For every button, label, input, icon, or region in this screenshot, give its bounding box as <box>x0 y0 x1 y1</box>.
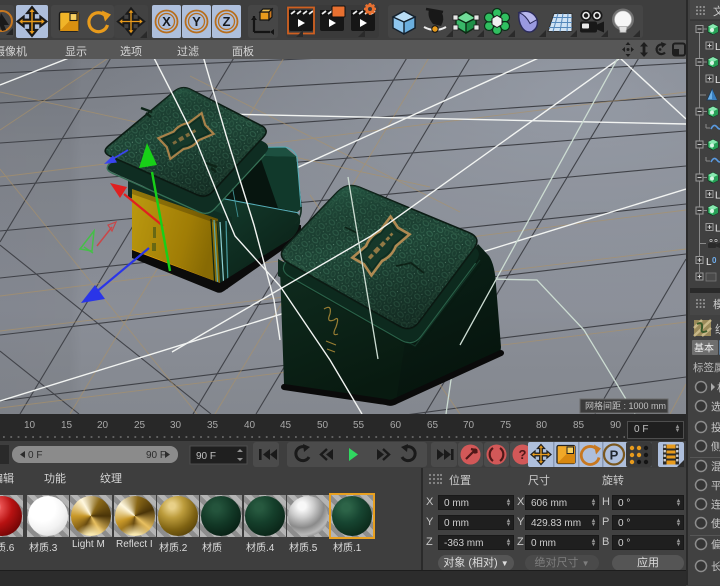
svg-text:标签属: 标签属 <box>693 361 720 374</box>
svg-text:Z: Z <box>223 14 231 29</box>
svg-text:连: 连 <box>711 498 720 511</box>
svg-text:?: ? <box>519 447 527 462</box>
svg-text:L: L <box>715 191 720 202</box>
svg-text:长: 长 <box>711 561 720 573</box>
svg-text:L: L <box>715 42 720 53</box>
svg-text:选: 选 <box>711 400 720 413</box>
svg-text:0 F: 0 F <box>28 450 42 461</box>
svg-text:平: 平 <box>711 480 720 492</box>
svg-text:基本: 基本 <box>694 342 714 355</box>
svg-text:Y: Y <box>192 14 201 29</box>
svg-text:90 F: 90 F <box>196 451 216 462</box>
svg-text:P: P <box>610 448 619 463</box>
svg-text:投: 投 <box>711 421 720 434</box>
svg-text:网格间距 : 1000 mm: 网格间距 : 1000 mm <box>585 400 666 411</box>
svg-text:侧: 侧 <box>711 440 720 453</box>
svg-text:使: 使 <box>711 517 720 530</box>
svg-text:90 F: 90 F <box>146 450 166 461</box>
svg-text:纹: 纹 <box>715 322 720 336</box>
svg-text:模: 模 <box>713 298 720 311</box>
svg-text:0: 0 <box>712 256 717 265</box>
svg-text:偏: 偏 <box>711 538 720 551</box>
svg-text:文: 文 <box>713 4 720 18</box>
svg-text:混: 混 <box>711 461 720 473</box>
svg-text:L: L <box>715 75 720 86</box>
svg-text:L: L <box>715 224 720 235</box>
svg-text:X: X <box>162 14 171 29</box>
